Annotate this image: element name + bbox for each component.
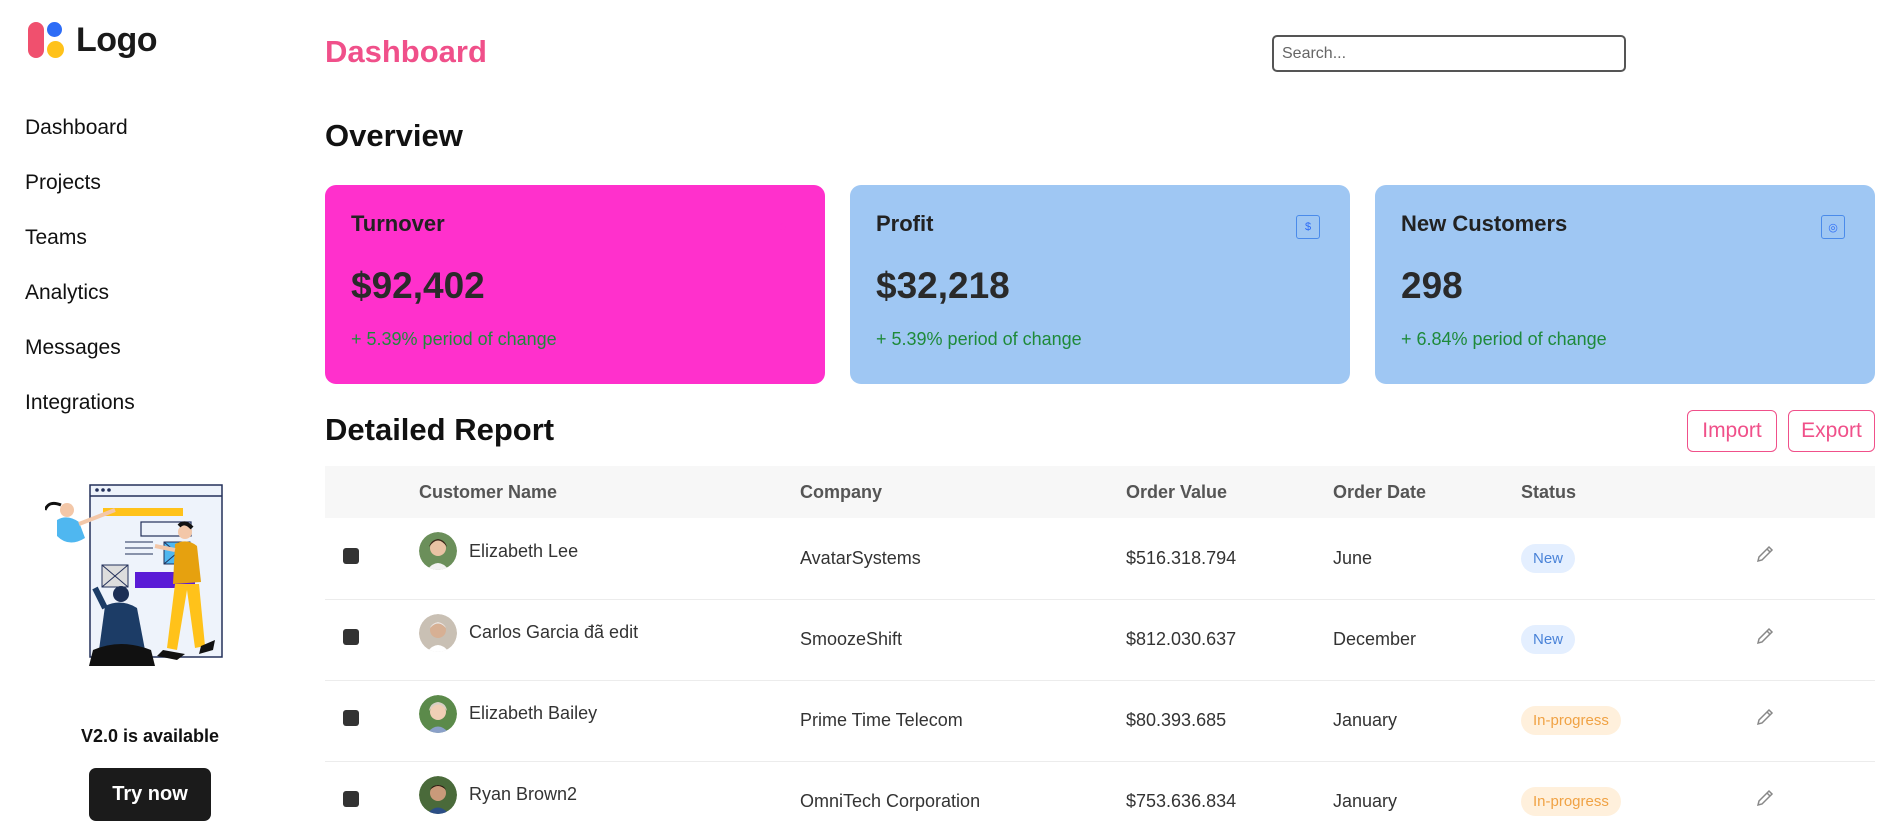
order-date: December <box>1333 629 1417 649</box>
table-header-row: Customer Name Company Order Value Order … <box>325 466 1875 518</box>
dollar-icon: $ <box>1296 215 1320 239</box>
status-badge: New <box>1521 543 1576 573</box>
sidebar: Logo Dashboard Projects Teams Analytics … <box>0 0 300 838</box>
new-customers-card: New Customers ◎ 298 + 6.84% period of ch… <box>1375 185 1875 384</box>
customer-name: Elizabeth Lee <box>469 540 579 561</box>
status-badge: In-progress <box>1521 787 1621 816</box>
team-illustration <box>45 484 223 666</box>
avatar <box>419 694 457 733</box>
brand-logo[interactable]: Logo <box>28 20 158 60</box>
row-checkbox[interactable] <box>343 547 359 564</box>
card-change: + 6.84% period of change <box>1401 329 1607 349</box>
avatar <box>419 613 457 652</box>
dollar-icon: $ <box>771 215 795 239</box>
edit-pencil-icon[interactable] <box>1752 541 1778 567</box>
page-title: Dashboard <box>325 34 487 69</box>
company: OmniTech Corporation <box>800 791 981 811</box>
edit-pencil-icon[interactable] <box>1752 623 1778 649</box>
sidebar-item-messages[interactable]: Messages <box>25 320 135 375</box>
order-value: $80.393.685 <box>1126 710 1227 730</box>
sidebar-item-teams[interactable]: Teams <box>25 210 135 265</box>
report-heading: Detailed Report <box>325 412 555 447</box>
sidebar-item-analytics[interactable]: Analytics <box>25 265 135 320</box>
row-checkbox[interactable] <box>343 710 359 726</box>
users-icon: ◎ <box>1821 215 1845 239</box>
order-value: $812.030.637 <box>1126 629 1237 649</box>
header-order-date[interactable]: Order Date <box>1333 466 1521 518</box>
header-customer-name[interactable]: Customer Name <box>419 466 800 518</box>
card-value: $92,402 <box>351 265 485 306</box>
edit-pencil-icon[interactable] <box>1752 704 1778 730</box>
import-button[interactable]: Import <box>1687 410 1777 452</box>
sidebar-item-integrations[interactable]: Integrations <box>25 375 135 430</box>
brand-name: Logo <box>76 20 158 59</box>
header-order-value[interactable]: Order Value <box>1126 466 1333 518</box>
order-date: June <box>1333 547 1373 568</box>
sidebar-item-dashboard[interactable]: Dashboard <box>25 100 135 155</box>
order-value: $753.636.834 <box>1126 791 1237 811</box>
header-status[interactable]: Status <box>1521 466 1752 518</box>
export-button[interactable]: Export <box>1788 410 1875 452</box>
overview-heading: Overview <box>325 118 463 153</box>
header-actions <box>1752 466 1875 518</box>
header-company[interactable]: Company <box>800 466 1126 518</box>
company: SmoozeShift <box>800 629 903 649</box>
order-date: January <box>1333 791 1398 811</box>
card-change: + 5.39% period of change <box>876 329 1082 349</box>
table-row: Elizabeth Lee AvatarSystems $516.318.794… <box>325 518 1875 599</box>
table-row: Elizabeth Bailey Prime Time Telecom $80.… <box>325 680 1875 761</box>
try-now-button[interactable]: Try now <box>89 768 211 821</box>
sidebar-nav: Dashboard Projects Teams Analytics Messa… <box>25 100 135 430</box>
company: AvatarSystems <box>800 547 921 568</box>
company: Prime Time Telecom <box>800 710 963 730</box>
sidebar-item-projects[interactable]: Projects <box>25 155 135 210</box>
avatar <box>419 532 457 571</box>
card-value: $32,218 <box>876 265 1010 306</box>
customer-name: Ryan Brown2 <box>469 784 578 804</box>
status-badge: In-progress <box>1521 706 1621 735</box>
avatar <box>419 775 457 814</box>
card-change: + 5.39% period of change <box>351 329 557 349</box>
order-date: January <box>1333 710 1398 730</box>
header-select <box>325 466 419 518</box>
customer-name: Elizabeth Bailey <box>469 703 598 723</box>
card-title: Profit <box>876 211 934 236</box>
order-value: $516.318.794 <box>1126 547 1237 568</box>
row-checkbox[interactable] <box>343 791 359 807</box>
row-checkbox[interactable] <box>343 629 359 645</box>
table-row: Ryan Brown2 OmniTech Corporation $753.63… <box>325 761 1875 838</box>
edit-pencil-icon[interactable] <box>1752 785 1778 811</box>
customer-name: Carlos Garcia đã edit <box>469 622 639 642</box>
search-input[interactable] <box>1272 35 1626 72</box>
logo-icon <box>28 20 66 60</box>
table-row: Carlos Garcia đã edit SmoozeShift $812.0… <box>325 599 1875 680</box>
promo-title: V2.0 is available <box>80 726 220 746</box>
card-value: 298 <box>1401 265 1463 306</box>
card-title: New Customers <box>1401 211 1568 236</box>
profit-card: Profit $ $32,218 + 5.39% period of chang… <box>850 185 1350 384</box>
turnover-card: Turnover $ $92,402 + 5.39% period of cha… <box>325 185 825 384</box>
report-table: Customer Name Company Order Value Order … <box>325 466 1875 838</box>
card-title: Turnover <box>351 211 445 236</box>
status-badge: New <box>1521 625 1576 654</box>
